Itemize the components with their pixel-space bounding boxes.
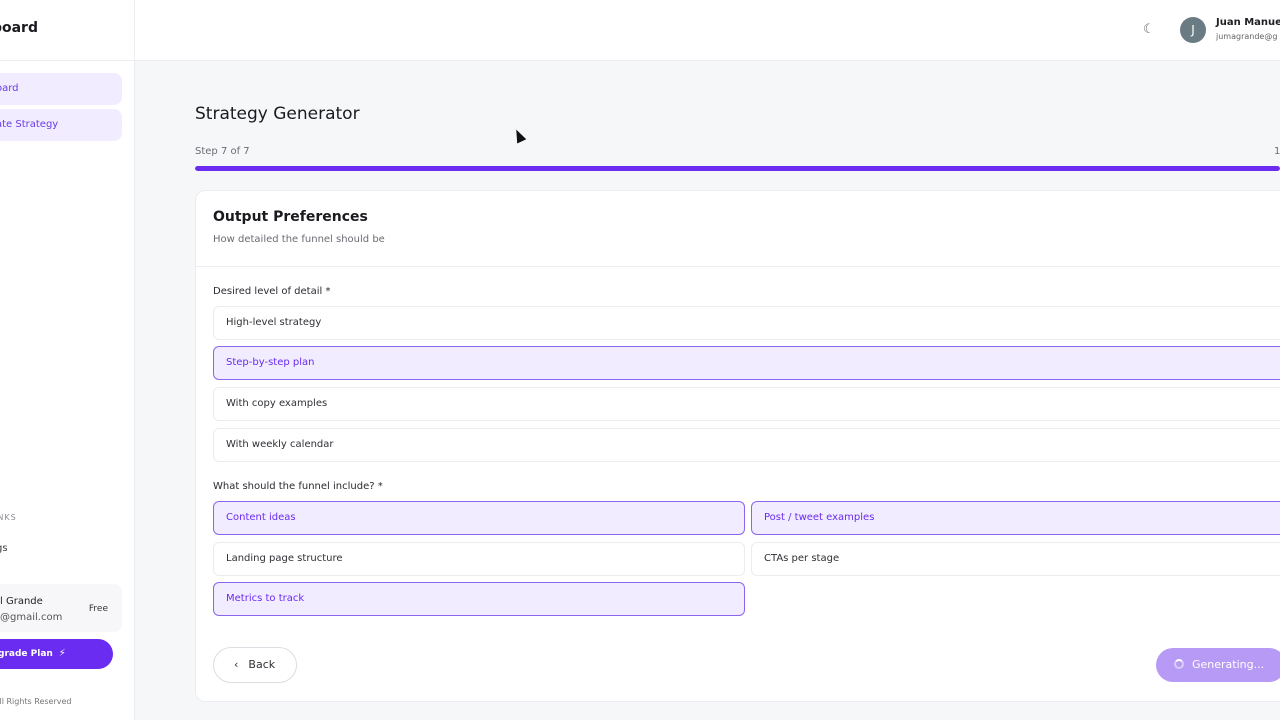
sidebar-item-create-strategy[interactable]: ate Strategy xyxy=(0,109,122,141)
user-card: l Grande @gmail.com Free xyxy=(0,584,122,632)
plan-badge: Free xyxy=(88,604,108,614)
generate-label: Generating... xyxy=(1192,658,1265,671)
copyright-text: All Rights Reserved xyxy=(0,697,72,706)
option-metrics-to-track[interactable]: Metrics to track xyxy=(213,582,745,616)
sidebar-item-dashboard[interactable]: oard xyxy=(0,73,122,105)
option-high-level-strategy[interactable]: High-level strategy xyxy=(213,306,1280,340)
option-post-tweet-examples[interactable]: Post / tweet examples xyxy=(751,501,1280,535)
mouse-cursor-icon xyxy=(511,127,527,144)
sidebar-item-label: oard xyxy=(0,83,19,94)
funnel-include-label: What should the funnel include? * xyxy=(213,481,383,492)
page-title: Strategy Generator xyxy=(195,104,360,124)
back-button[interactable]: ‹ Back xyxy=(213,647,297,683)
header-user-name: Juan Manuel xyxy=(1216,17,1280,28)
user-name: l Grande xyxy=(0,596,43,607)
detail-level-label: Desired level of detail * xyxy=(213,286,331,297)
top-header: ☾ J Juan Manuel jumagrande@g xyxy=(135,0,1280,61)
progress-percent: 10 xyxy=(1274,146,1280,157)
option-ctas-per-stage[interactable]: CTAs per stage xyxy=(751,542,1280,576)
sidebar-divider xyxy=(0,60,134,61)
header-user-email: jumagrande@g xyxy=(1216,32,1278,41)
back-label: Back xyxy=(248,658,276,671)
progress-bar xyxy=(195,166,1280,171)
upgrade-plan-button[interactable]: grade Plan ⚡ xyxy=(0,639,113,669)
sidebar-item-label: ate Strategy xyxy=(0,119,59,130)
card-title: Output Preferences xyxy=(213,209,368,225)
bolt-icon: ⚡ xyxy=(58,648,66,659)
option-landing-page-structure[interactable]: Landing page structure xyxy=(213,542,745,576)
option-with-weekly-calendar[interactable]: With weekly calendar xyxy=(213,428,1280,462)
user-email: @gmail.com xyxy=(0,612,63,623)
card-subtitle: How detailed the funnel should be xyxy=(213,234,385,245)
sidebar: hboard oard ate Strategy INKS gs l Grand… xyxy=(0,0,135,720)
card-divider xyxy=(195,266,1280,267)
spinner-icon xyxy=(1174,659,1184,669)
moon-icon[interactable]: ☾ xyxy=(1143,22,1159,38)
option-with-copy-examples[interactable]: With copy examples xyxy=(213,387,1280,421)
generate-button[interactable]: Generating... xyxy=(1156,648,1280,682)
sidebar-item-settings[interactable]: gs xyxy=(0,543,8,554)
step-indicator: Step 7 of 7 xyxy=(195,146,250,157)
avatar[interactable]: J xyxy=(1180,17,1206,43)
chevron-left-icon: ‹ xyxy=(234,658,239,671)
upgrade-label: grade Plan xyxy=(0,649,53,659)
links-section-title: INKS xyxy=(0,513,17,522)
brand-title: hboard xyxy=(0,20,38,36)
option-step-by-step-plan[interactable]: Step-by-step plan xyxy=(213,346,1280,380)
option-content-ideas[interactable]: Content ideas xyxy=(213,501,745,535)
progress-fill xyxy=(195,166,1280,171)
